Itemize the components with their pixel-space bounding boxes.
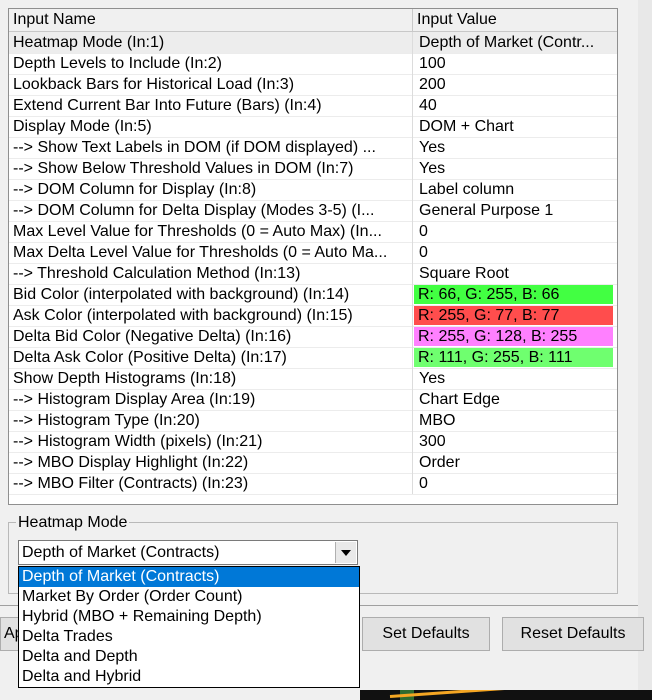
heatmap-mode-select[interactable]: Depth of Market (Contracts) (18, 540, 358, 565)
input-name-cell: --> Show Text Labels in DOM (if DOM disp… (9, 137, 413, 158)
table-row[interactable]: --> Histogram Type (In:20) MBO (9, 410, 617, 432)
chart-line (389, 690, 640, 698)
input-value-cell[interactable]: Label column (413, 179, 617, 200)
table-row[interactable]: --> Show Text Labels in DOM (if DOM disp… (9, 137, 617, 159)
input-name-cell: Depth Levels to Include (In:2) (9, 53, 413, 74)
input-name-cell: --> Threshold Calculation Method (In:13) (9, 263, 413, 284)
dropdown-option[interactable]: Delta Trades (19, 627, 359, 647)
input-value-cell[interactable]: MBO (413, 410, 617, 431)
chevron-down-icon (341, 549, 351, 556)
dropdown-option[interactable]: Delta and Depth (19, 647, 359, 667)
dropdown-option[interactable]: Hybrid (MBO + Remaining Depth) (19, 607, 359, 627)
table-row[interactable]: Max Level Value for Thresholds (0 = Auto… (9, 221, 617, 243)
input-value-cell[interactable]: Chart Edge (413, 389, 617, 410)
reset-defaults-button[interactable]: Reset Defaults (502, 617, 644, 651)
color-value-cell[interactable]: R: 255, G: 128, B: 255 (414, 327, 613, 346)
input-name-cell: Heatmap Mode (In:1) (9, 32, 413, 53)
input-name-cell: Max Level Value for Thresholds (0 = Auto… (9, 221, 413, 242)
table-row[interactable]: Show Depth Histograms (In:18) Yes (9, 368, 617, 390)
input-value-cell[interactable]: 200 (413, 74, 617, 95)
input-name-cell: --> Histogram Display Area (In:19) (9, 389, 413, 410)
input-value-cell[interactable]: Depth of Market (Contr... (413, 32, 617, 53)
input-value-cell[interactable]: Order (413, 452, 617, 473)
column-header-input-name[interactable]: Input Name (9, 9, 413, 31)
input-name-cell: Ask Color (interpolated with background)… (9, 305, 413, 326)
table-row[interactable]: Ask Color (interpolated with background)… (9, 305, 617, 327)
chart-background (360, 690, 652, 700)
color-value-cell[interactable]: R: 66, G: 255, B: 66 (414, 285, 613, 304)
input-value-cell[interactable]: 40 (413, 95, 617, 116)
table-row[interactable]: Delta Bid Color (Negative Delta) (In:16)… (9, 326, 617, 348)
dropdown-option[interactable]: Delta and Hybrid (19, 667, 359, 687)
input-name-cell: Delta Ask Color (Positive Delta) (In:17) (9, 347, 413, 368)
table-row[interactable]: Max Delta Level Value for Thresholds (0 … (9, 242, 617, 264)
input-editor-group-label: Heatmap Mode (16, 513, 130, 533)
table-row[interactable]: Bid Color (interpolated with background)… (9, 284, 617, 306)
input-value-cell[interactable]: 300 (413, 431, 617, 452)
input-name-cell: --> DOM Column for Display (In:8) (9, 179, 413, 200)
table-row[interactable]: --> MBO Filter (Contracts) (In:23) 0 (9, 473, 617, 495)
column-header-input-value[interactable]: Input Value (413, 9, 617, 31)
table-row[interactable]: Display Mode (In:5) DOM + Chart (9, 116, 617, 138)
table-row[interactable]: Depth Levels to Include (In:2) 100 (9, 53, 617, 75)
table-row[interactable]: --> DOM Column for Display (In:8) Label c… (9, 179, 617, 201)
input-value-cell[interactable]: Yes (413, 158, 617, 179)
input-value-cell[interactable]: 100 (413, 53, 617, 74)
table-row[interactable]: Lookback Bars for Historical Load (In:3)… (9, 74, 617, 96)
table-row[interactable]: Delta Ask Color (Positive Delta) (In:17)… (9, 347, 617, 369)
input-value-cell[interactable]: DOM + Chart (413, 116, 617, 137)
input-name-cell: --> Histogram Type (In:20) (9, 410, 413, 431)
table-row[interactable]: Extend Current Bar Into Future (Bars) (I… (9, 95, 617, 117)
input-name-cell: --> Histogram Width (pixels) (In:21) (9, 431, 413, 452)
input-name-cell: --> MBO Display Highlight (In:22) (9, 452, 413, 473)
input-value-cell[interactable]: Yes (413, 137, 617, 158)
table-row[interactable]: --> MBO Display Highlight (In:22) Order (9, 452, 617, 474)
input-value-cell[interactable]: 0 (413, 221, 617, 242)
table-row[interactable]: --> Histogram Display Area (In:19) Chart … (9, 389, 617, 411)
input-name-cell: --> MBO Filter (Contracts) (In:23) (9, 473, 413, 494)
inputs-grid: Input Name Input Value Heatmap Mode (In:… (8, 8, 618, 505)
table-row[interactable]: Heatmap Mode (In:1) Depth of Market (Cont… (9, 32, 617, 54)
grid-header: Input Name Input Value (9, 9, 617, 32)
input-name-cell: Display Mode (In:5) (9, 116, 413, 137)
color-value-cell[interactable]: R: 255, G: 77, B: 77 (414, 306, 613, 325)
input-value-cell[interactable]: Square Root (413, 263, 617, 284)
study-settings-dialog: Input Name Input Value Heatmap Mode (In:… (0, 0, 639, 606)
window-edge (638, 0, 652, 700)
table-row[interactable]: --> Histogram Width (pixels) (In:21) 300 (9, 431, 617, 453)
table-row[interactable]: --> Threshold Calculation Method (In:13)… (9, 263, 617, 285)
table-row[interactable]: --> Show Below Threshold Values in DOM (… (9, 158, 617, 180)
set-defaults-button[interactable]: Set Defaults (362, 617, 490, 651)
input-name-cell: Lookback Bars for Historical Load (In:3) (9, 74, 413, 95)
input-value-cell[interactable]: 0 (413, 473, 617, 494)
input-value-cell[interactable]: 0 (413, 242, 617, 263)
input-name-cell: Delta Bid Color (Negative Delta) (In:16) (9, 326, 413, 347)
dropdown-option[interactable]: Market By Order (Order Count) (19, 587, 359, 607)
input-value-cell[interactable]: General Purpose 1 (413, 200, 617, 221)
heatmap-mode-dropdown-list: Depth of Market (Contracts) Market By Ord… (18, 566, 360, 688)
heatmap-mode-select-value: Depth of Market (Contracts) (22, 544, 220, 561)
dropdown-option[interactable]: Depth of Market (Contracts) (19, 567, 359, 587)
input-name-cell: Show Depth Histograms (In:18) (9, 368, 413, 389)
input-value-cell[interactable]: Yes (413, 368, 617, 389)
table-row[interactable]: --> DOM Column for Delta Display (Modes … (9, 200, 617, 222)
dropdown-toggle-button[interactable] (335, 542, 356, 563)
color-value-cell[interactable]: R: 111, G: 255, B: 111 (414, 348, 613, 367)
input-name-cell: Extend Current Bar Into Future (Bars) (I… (9, 95, 413, 116)
input-name-cell: --> DOM Column for Delta Display (Modes … (9, 200, 413, 221)
input-name-cell: Max Delta Level Value for Thresholds (0 … (9, 242, 413, 263)
input-name-cell: Bid Color (interpolated with background)… (9, 284, 413, 305)
input-name-cell: --> Show Below Threshold Values in DOM (… (9, 158, 413, 179)
